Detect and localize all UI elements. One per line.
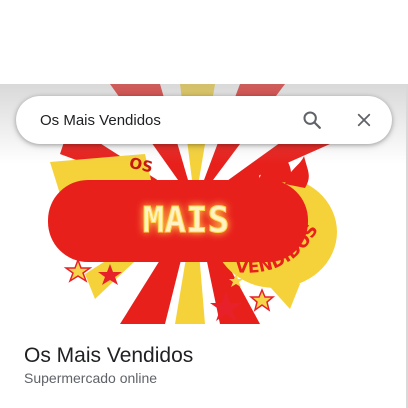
search-button[interactable] [292, 100, 332, 140]
close-icon [357, 113, 371, 127]
search-box[interactable] [16, 96, 392, 144]
clear-search-button[interactable] [344, 100, 384, 140]
top-blank-area [0, 0, 408, 84]
place-info: Os Mais Vendidos Supermercado online [0, 324, 406, 408]
place-title: Os Mais Vendidos [24, 344, 194, 367]
search-input[interactable] [16, 96, 292, 144]
search-icon [303, 111, 321, 129]
place-category: Supermercado online [24, 370, 158, 386]
logo-text-mais: MAIS [143, 200, 230, 241]
